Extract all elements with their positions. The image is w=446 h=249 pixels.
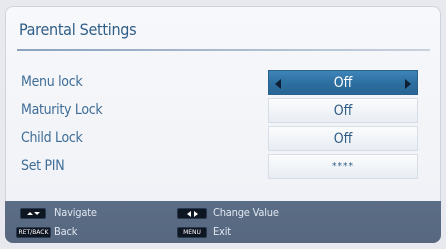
- navigate-hint: Navigate: [54, 206, 97, 219]
- title-divider: [17, 49, 430, 51]
- setting-value-text: Off: [333, 131, 353, 147]
- exit-hint: Exit: [213, 225, 231, 238]
- setting-label-set-pin: Set PIN: [21, 158, 65, 174]
- key-hint-footer: Navigate Change Value RET/BACK Back MENU…: [5, 201, 441, 243]
- parental-settings-panel: Parental Settings Menu lock Off Maturity…: [5, 6, 441, 243]
- setting-value-set-pin[interactable]: ****: [268, 154, 418, 179]
- setting-value-maturity-lock[interactable]: Off: [268, 98, 418, 123]
- setting-label-child-lock: Child Lock: [21, 130, 83, 146]
- setting-value-menu-lock[interactable]: Off: [268, 70, 418, 95]
- setting-label-menu-lock: Menu lock: [21, 74, 83, 90]
- setting-row-menu-lock[interactable]: Menu lock Off: [5, 70, 441, 96]
- pin-mask-text: ****: [332, 161, 354, 172]
- setting-row-maturity-lock[interactable]: Maturity Lock Off: [5, 98, 441, 124]
- setting-value-text: Off: [333, 103, 353, 119]
- arrow-right-icon[interactable]: [405, 79, 411, 89]
- page-title: Parental Settings: [19, 20, 137, 39]
- arrow-left-icon[interactable]: [275, 79, 281, 89]
- back-hint: Back: [54, 225, 78, 238]
- leftright-key-icon: [177, 208, 207, 219]
- menu-key-icon: MENU: [177, 227, 207, 238]
- setting-row-child-lock[interactable]: Child Lock Off: [5, 126, 441, 152]
- setting-label-maturity-lock: Maturity Lock: [21, 102, 103, 118]
- setting-value-text: Off: [333, 75, 353, 91]
- setting-value-child-lock[interactable]: Off: [268, 126, 418, 151]
- change-value-hint: Change Value: [213, 206, 279, 219]
- setting-row-set-pin[interactable]: Set PIN ****: [5, 154, 441, 180]
- updown-key-icon: [20, 208, 46, 219]
- back-key-icon: RET/BACK: [16, 227, 51, 238]
